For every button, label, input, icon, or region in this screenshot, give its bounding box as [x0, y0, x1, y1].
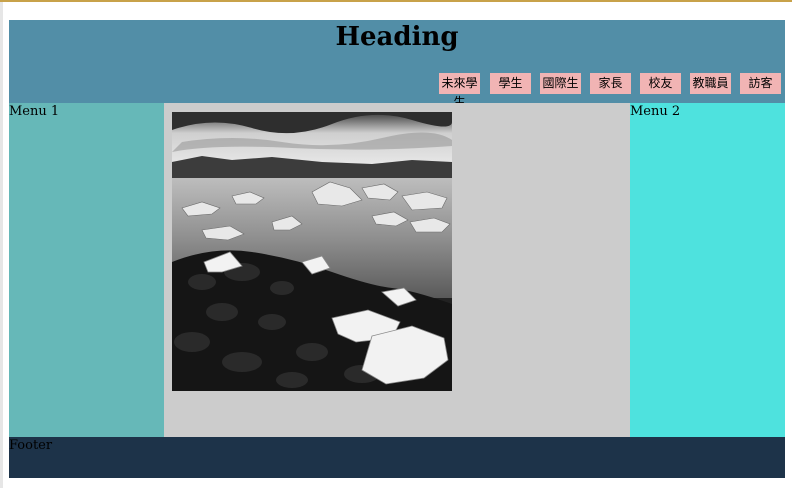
window-left-edge	[0, 2, 3, 488]
top-nav: 未來學生 學生 國際生 家長 校友 教職員 訪客	[9, 73, 785, 109]
page-title: Heading	[335, 22, 459, 52]
window-right-edge	[786, 2, 792, 488]
main-content	[164, 103, 630, 437]
menu-left-label: Menu 1	[9, 104, 60, 119]
nav-button-future-students[interactable]: 未來學生	[439, 73, 480, 109]
nav-button-international[interactable]: 國際生	[540, 73, 581, 94]
menu-right: Menu 2	[630, 103, 785, 437]
menu-right-label: Menu 2	[630, 104, 681, 119]
nav-button-alumni[interactable]: 校友	[640, 73, 681, 94]
window-top-border	[0, 0, 792, 2]
footer-label: Footer	[9, 438, 53, 453]
landscape-photo	[172, 112, 452, 391]
nav-button-parents[interactable]: 家長	[590, 73, 631, 94]
page-header: Heading 未來學生 學生 國際生 家長 校友 教職員 訪客	[9, 20, 785, 109]
menu-left: Menu 1	[9, 103, 164, 437]
nav-button-faculty-staff[interactable]: 教職員	[690, 73, 731, 94]
nav-button-students[interactable]: 學生	[490, 73, 531, 94]
nav-button-visitors[interactable]: 訪客	[740, 73, 781, 94]
page-footer: Footer	[9, 437, 785, 478]
